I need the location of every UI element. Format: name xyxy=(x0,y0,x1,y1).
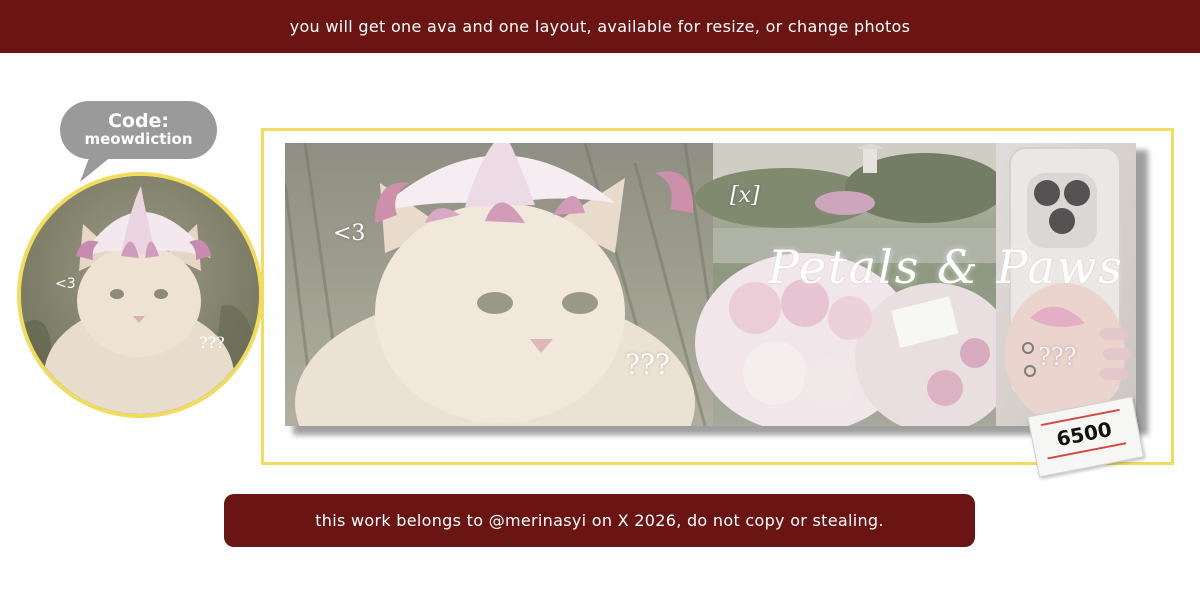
banner-bracket-text: [x] xyxy=(730,183,760,208)
layout-title: Petals & Paws xyxy=(768,240,1124,294)
bottom-banner: this work belongs to @merinasyi on X 202… xyxy=(224,494,975,547)
banner-heart-text: <3 xyxy=(333,221,366,246)
avatar-preview: <3 ??? xyxy=(17,172,263,418)
top-banner-text: you will get one ava and one layout, ava… xyxy=(289,17,911,36)
avatar-cat-image: <3 ??? xyxy=(21,176,259,414)
code-speech-bubble: Code: meowdiction xyxy=(60,101,217,159)
avatar-heart-text: <3 xyxy=(55,276,76,292)
bottom-banner-text: this work belongs to @merinasyi on X 202… xyxy=(315,511,884,530)
top-banner: you will get one ava and one layout, ava… xyxy=(0,0,1200,53)
banner-question-text: ??? xyxy=(625,348,671,381)
avatar-question-text: ??? xyxy=(199,333,225,352)
code-value: meowdiction xyxy=(84,130,193,149)
banner-phone-text: ??? xyxy=(1038,343,1077,371)
code-label: Code: xyxy=(107,110,170,133)
